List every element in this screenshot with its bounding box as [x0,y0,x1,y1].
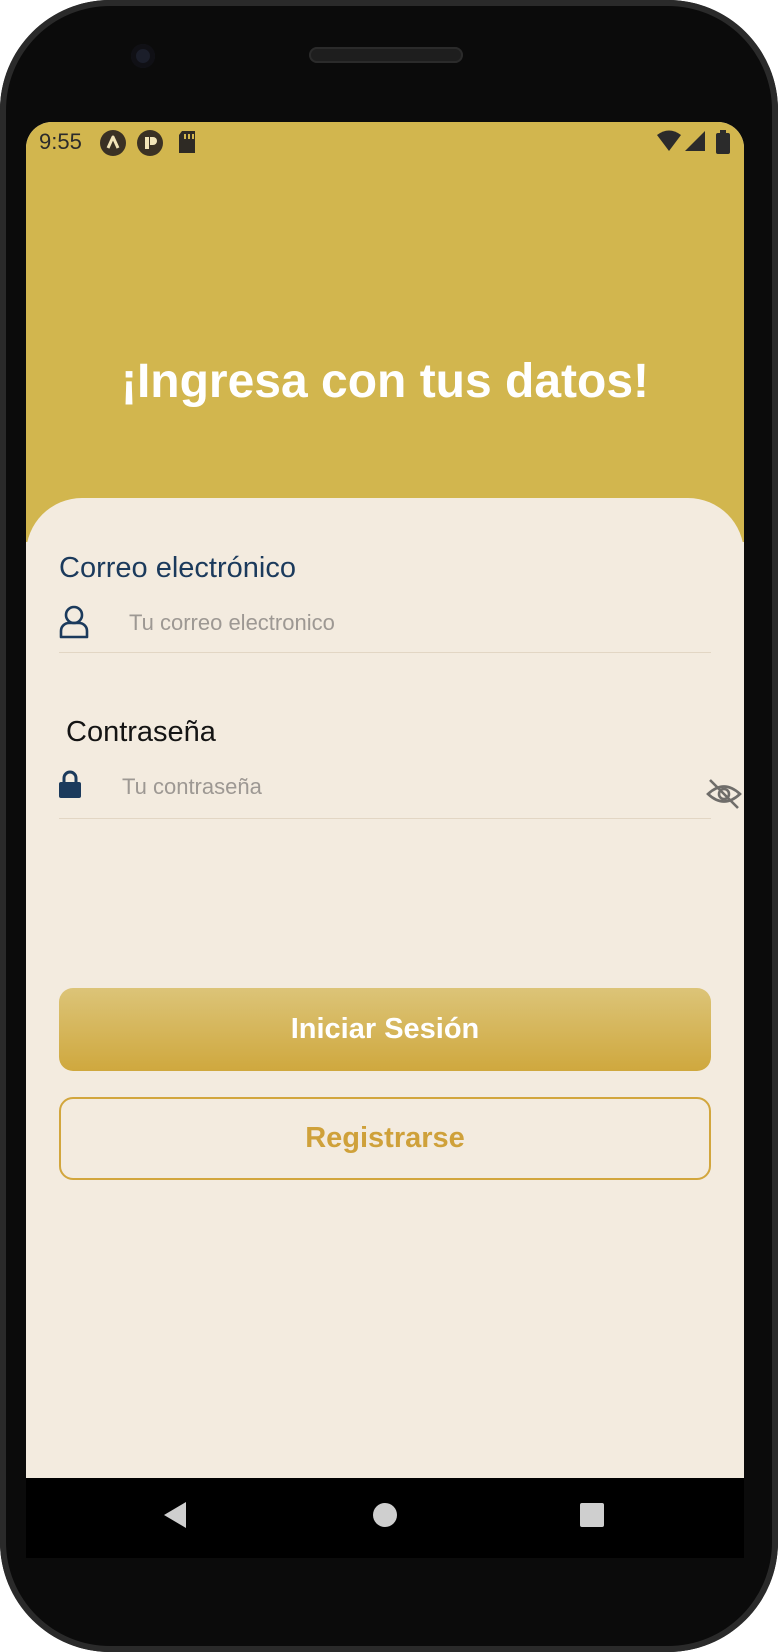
register-button[interactable]: Registrarse [59,1097,711,1180]
lock-icon [59,770,81,803]
sd-card-icon [177,130,197,160]
app-screen: 9:55 ¡Ingresa con tus datos! Correo elec… [26,122,744,1558]
wifi-icon [656,130,682,158]
phone-frame: 9:55 ¡Ingresa con tus datos! Correo elec… [0,0,778,1652]
recents-icon[interactable] [579,1500,605,1535]
earpiece-speaker [309,47,463,63]
eye-off-icon[interactable] [706,778,742,815]
page-title: ¡Ingresa con tus datos! [120,355,650,408]
password-field[interactable]: Tu contraseña [59,758,742,819]
password-label: Contraseña [66,716,216,748]
app-p-icon [137,130,163,162]
home-icon[interactable] [372,1500,398,1535]
password-placeholder: Tu contraseña [122,774,262,799]
user-icon [59,605,89,644]
navigation-bar [26,1478,744,1558]
status-time: 9:55 [39,129,82,154]
back-icon[interactable] [162,1500,188,1535]
email-label: Correo electrónico [59,552,296,584]
status-bar: 9:55 [26,122,744,162]
front-camera [131,44,155,68]
email-placeholder: Tu correo electronico [129,610,335,635]
battery-icon [716,130,730,160]
email-field[interactable]: Tu correo electronico [59,592,711,653]
cell-signal-icon [684,130,706,158]
header-banner: 9:55 ¡Ingresa con tus datos! [26,122,744,542]
launcher-a-icon [100,130,126,162]
login-button[interactable]: Iniciar Sesión [59,988,711,1071]
